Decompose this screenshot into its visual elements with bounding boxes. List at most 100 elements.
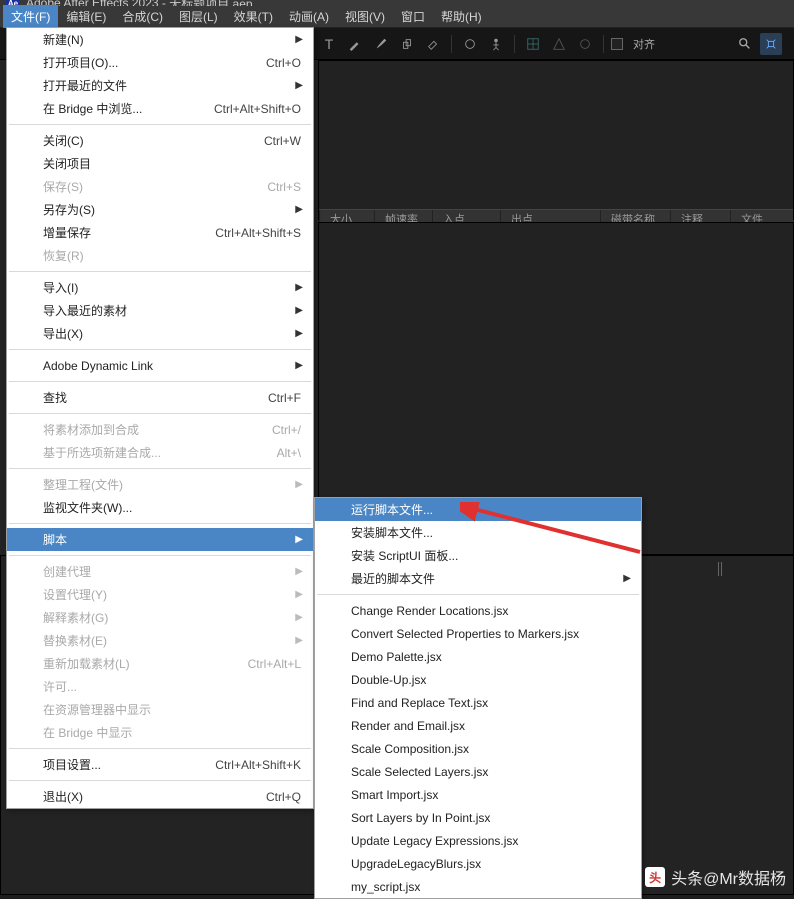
- type-tool-icon[interactable]: T: [318, 33, 340, 55]
- menu-entry[interactable]: 导出(X)▶: [7, 322, 313, 345]
- menu-entry: 创建代理▶: [7, 560, 313, 583]
- script-submenu-dropdown[interactable]: 运行脚本文件... 安装脚本文件... 安装 ScriptUI 面板... 最近的脚本…: [314, 497, 642, 899]
- submenu-entry[interactable]: 运行脚本文件...: [315, 498, 641, 521]
- mesh-icon[interactable]: [522, 33, 544, 55]
- watermark: 头 头条 @Mr数据杨: [645, 865, 786, 889]
- clone-tool-icon[interactable]: [396, 33, 418, 55]
- menu-entry[interactable]: 另存为(S)▶: [7, 198, 313, 221]
- submenu-arrow-icon: ▶: [295, 204, 303, 215]
- menu-item[interactable]: 编辑(E): [58, 5, 114, 28]
- eraser-tool-icon[interactable]: [422, 33, 444, 55]
- puppet-tool-icon[interactable]: [485, 33, 507, 55]
- submenu-entry[interactable]: Demo Palette.jsx: [315, 645, 641, 668]
- menu-entry-label: 退出(X): [43, 788, 246, 805]
- submenu-entry-label: 安装 ScriptUI 面板...: [351, 547, 629, 564]
- submenu-entry[interactable]: 最近的脚本文件▶: [315, 567, 641, 590]
- submenu-entry-label: Update Legacy Expressions.jsx: [351, 834, 629, 848]
- submenu-entry[interactable]: Change Render Locations.jsx: [315, 599, 641, 622]
- file-menu-dropdown[interactable]: 新建(N)▶打开项目(O)...Ctrl+O打开最近的文件▶在 Bridge 中…: [6, 27, 314, 809]
- menu-entry[interactable]: 脚本▶: [7, 528, 313, 551]
- menu-entry-label: 将素材添加到合成: [43, 421, 252, 438]
- menu-entry-label: 替换素材(E): [43, 632, 301, 649]
- menu-entry[interactable]: 关闭(C)Ctrl+W: [7, 129, 313, 152]
- submenu-entry[interactable]: UpgradeLegacyBlurs.jsx: [315, 852, 641, 875]
- menu-item[interactable]: 窗口: [393, 5, 433, 28]
- menu-entry-label: 创建代理: [43, 563, 301, 580]
- toolbar-separator: [451, 35, 452, 53]
- submenu-entry[interactable]: Scale Selected Layers.jsx: [315, 760, 641, 783]
- menu-entry-label: 基于所选项新建合成...: [43, 444, 257, 461]
- menu-entry-label: 查找: [43, 389, 248, 406]
- submenu-entry[interactable]: Smart Import.jsx: [315, 783, 641, 806]
- menu-entry-shortcut: Ctrl+F: [268, 391, 301, 405]
- menu-entry-label: 导入(I): [43, 279, 301, 296]
- menu-entry[interactable]: 打开最近的文件▶: [7, 74, 313, 97]
- menu-item[interactable]: 合成(C): [114, 5, 171, 28]
- watermark-handle: @Mr数据杨: [703, 865, 786, 889]
- menu-entry[interactable]: 新建(N)▶: [7, 28, 313, 51]
- menu-entry-label: 许可...: [43, 678, 301, 695]
- menu-entry[interactable]: 打开项目(O)...Ctrl+O: [7, 51, 313, 74]
- menu-item[interactable]: 效果(T): [226, 5, 281, 28]
- menu-entry[interactable]: Adobe Dynamic Link▶: [7, 354, 313, 377]
- submenu-entry[interactable]: Double-Up.jsx: [315, 668, 641, 691]
- menu-entry: 恢复(R): [7, 244, 313, 267]
- pen-tool-icon[interactable]: [344, 33, 366, 55]
- menu-item[interactable]: 动画(A): [281, 5, 337, 28]
- menu-separator: [9, 271, 311, 272]
- menu-item[interactable]: 文件(F): [3, 5, 58, 28]
- menu-separator: [9, 413, 311, 414]
- menu-entry[interactable]: 退出(X) Ctrl+Q: [7, 785, 313, 808]
- menu-separator: [9, 349, 311, 350]
- menu-item[interactable]: 图层(L): [171, 5, 226, 28]
- submenu-entry[interactable]: 安装脚本文件...: [315, 521, 641, 544]
- submenu-entry-label: Sort Layers by In Point.jsx: [351, 811, 629, 825]
- menu-separator: [9, 555, 311, 556]
- menu-entry[interactable]: 监视文件夹(W)...: [7, 496, 313, 519]
- menu-entry-label: 打开最近的文件: [43, 77, 301, 94]
- snap-icon[interactable]: [760, 33, 782, 55]
- menu-entry-label: 导出(X): [43, 325, 301, 342]
- menu-entry-label: 关闭(C): [43, 132, 244, 149]
- mesh2-icon[interactable]: [548, 33, 570, 55]
- menu-entry-label: 设置代理(Y): [43, 586, 301, 603]
- roto-tool-icon[interactable]: [459, 33, 481, 55]
- submenu-entry-label: 安装脚本文件...: [351, 524, 629, 541]
- align-label: 对齐: [633, 36, 655, 52]
- submenu-entry[interactable]: Find and Replace Text.jsx: [315, 691, 641, 714]
- menu-entry[interactable]: 项目设置...Ctrl+Alt+Shift+K: [7, 753, 313, 776]
- search-icon[interactable]: [734, 33, 756, 55]
- submenu-entry[interactable]: 安装 ScriptUI 面板...: [315, 544, 641, 567]
- submenu-entry-label: Double-Up.jsx: [351, 673, 629, 687]
- menu-entry-label: 在 Bridge 中浏览...: [43, 100, 194, 117]
- submenu-arrow-icon: ▶: [295, 589, 303, 600]
- menu-entry-label: 监视文件夹(W)...: [43, 499, 301, 516]
- menu-entry-shortcut: Ctrl+O: [266, 56, 301, 70]
- menu-entry[interactable]: 关闭项目: [7, 152, 313, 175]
- menu-item[interactable]: 视图(V): [337, 5, 393, 28]
- menu-entry[interactable]: 导入最近的素材▶: [7, 299, 313, 322]
- menu-entry-label: 解释素材(G): [43, 609, 301, 626]
- submenu-entry-label: Find and Replace Text.jsx: [351, 696, 629, 710]
- menu-entry-label: 恢复(R): [43, 247, 301, 264]
- menu-entry[interactable]: 查找 Ctrl+F: [7, 386, 313, 409]
- submenu-arrow-icon: ▶: [295, 328, 303, 339]
- menu-entry-label: 关闭项目: [43, 155, 301, 172]
- watermark-prefix: 头条: [671, 865, 703, 889]
- align-checkbox[interactable]: [611, 38, 623, 50]
- menu-item[interactable]: 帮助(H): [433, 5, 490, 28]
- menu-entry[interactable]: 增量保存Ctrl+Alt+Shift+S: [7, 221, 313, 244]
- menu-entry: 保存(S)Ctrl+S: [7, 175, 313, 198]
- menu-entry-shortcut: Ctrl+Alt+Shift+K: [215, 758, 301, 772]
- submenu-entry[interactable]: Convert Selected Properties to Markers.j…: [315, 622, 641, 645]
- brush-tool-icon[interactable]: [370, 33, 392, 55]
- menu-entry-shortcut: Ctrl+Q: [266, 790, 301, 804]
- submenu-entry[interactable]: Update Legacy Expressions.jsx: [315, 829, 641, 852]
- submenu-entry[interactable]: Render and Email.jsx: [315, 714, 641, 737]
- menu-entry[interactable]: 导入(I)▶: [7, 276, 313, 299]
- menu-entry[interactable]: 在 Bridge 中浏览...Ctrl+Alt+Shift+O: [7, 97, 313, 120]
- submenu-entry[interactable]: Scale Composition.jsx: [315, 737, 641, 760]
- submenu-entry[interactable]: Sort Layers by In Point.jsx: [315, 806, 641, 829]
- mesh3-icon[interactable]: [574, 33, 596, 55]
- menu-entry-label: 增量保存: [43, 224, 195, 241]
